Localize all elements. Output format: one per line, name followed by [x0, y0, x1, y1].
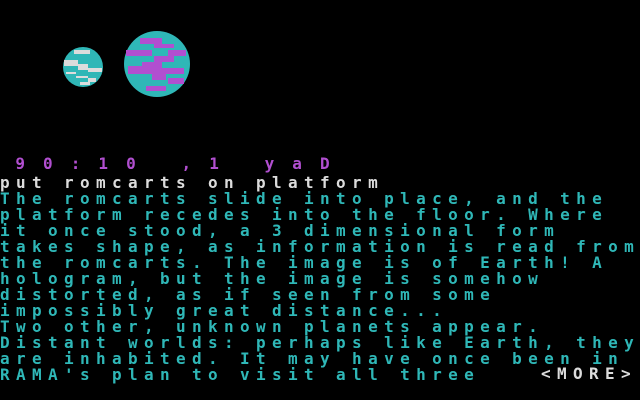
large-planet-icon [124, 31, 190, 97]
planets-display [63, 31, 190, 97]
narrative-line: RAMA's plan to visit all three [0, 365, 481, 384]
status-day-time: Day 1, 01:09 [0, 156, 640, 172]
small-planet-icon [63, 47, 103, 87]
more-prompt[interactable]: <MORE> [541, 366, 637, 382]
game-screen: Day 1, 01:09 put romcarts on platform Th… [0, 0, 640, 400]
